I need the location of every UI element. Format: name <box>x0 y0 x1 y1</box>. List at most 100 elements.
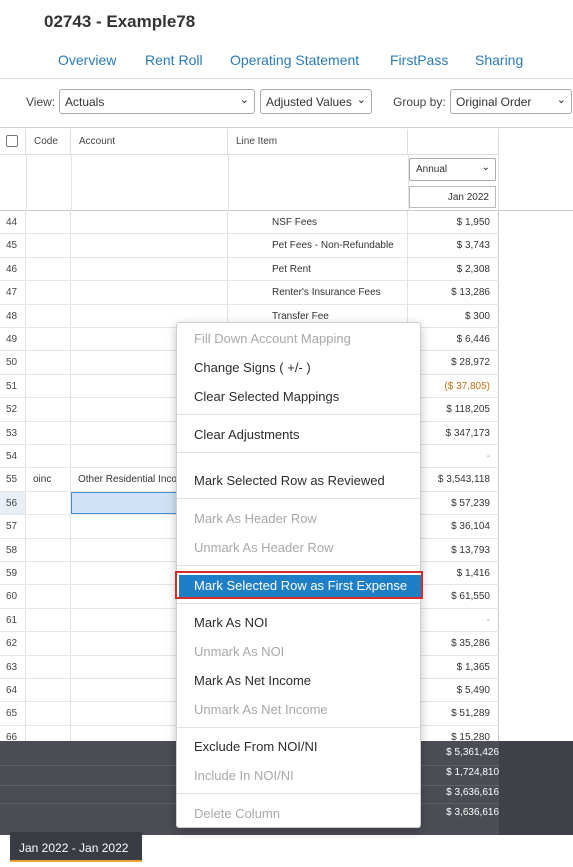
code-cell[interactable] <box>26 585 71 608</box>
chevron-down-icon: ⌄ <box>239 94 249 106</box>
groupby-label: Group by: <box>393 95 446 109</box>
column-header-account[interactable]: Account <box>71 129 228 155</box>
divider <box>498 155 499 211</box>
value-cell[interactable]: $ 3,543,118 <box>408 468 499 491</box>
value-cell[interactable]: $ 118,205 <box>408 398 499 421</box>
code-cell[interactable] <box>26 281 71 304</box>
select-all-checkbox[interactable] <box>6 135 18 147</box>
value-cell[interactable]: $ 5,490 <box>408 679 499 702</box>
value-cell[interactable]: $ 3,743 <box>408 234 499 257</box>
value-cell[interactable]: $ 51,289 <box>408 702 499 725</box>
menu-item-mark-row-reviewed[interactable]: Mark Selected Row as Reviewed <box>177 469 420 495</box>
value-cell[interactable]: $ 15,280 <box>408 725 499 741</box>
code-cell[interactable] <box>26 351 71 374</box>
period-type-select[interactable]: Annual ⌄ <box>409 158 496 181</box>
menu-item-fill-down-account-mapping[interactable]: Fill Down Account Mapping <box>177 327 420 353</box>
row-number: 59 <box>0 562 26 585</box>
code-cell[interactable] <box>26 515 71 538</box>
code-cell[interactable] <box>26 374 71 398</box>
line-item-cell[interactable]: Pet Rent <box>228 257 408 281</box>
code-cell[interactable] <box>26 679 71 702</box>
column-header-line-item[interactable]: Line Item <box>228 129 408 155</box>
row-number: 64 <box>0 679 26 702</box>
code-cell[interactable] <box>26 491 71 515</box>
code-cell[interactable] <box>26 538 71 561</box>
code-cell[interactable] <box>26 608 71 632</box>
code-cell[interactable] <box>26 257 71 281</box>
tab-firstpass[interactable]: FirstPass <box>390 52 448 68</box>
table-row[interactable]: 45 Pet Fees - Non-Refundable $ 3,743 <box>0 234 499 258</box>
menu-item-delete-column[interactable]: Delete Column <box>177 802 420 828</box>
value-cell[interactable]: $ 36,104 <box>408 515 499 538</box>
value-cell[interactable]: $ 57,239 <box>408 491 499 515</box>
table-row[interactable]: 44 NSF Fees $ 1,950 <box>0 211 499 235</box>
code-cell[interactable] <box>26 562 71 585</box>
tab-sharing[interactable]: Sharing <box>475 52 523 68</box>
menu-item-mark-as-net-income[interactable]: Mark As Net Income <box>177 669 420 695</box>
code-cell[interactable] <box>26 328 71 351</box>
line-item-cell[interactable]: Pet Fees - Non-Refundable <box>228 234 408 257</box>
view-select[interactable]: Actuals ⌄ <box>59 89 255 114</box>
value-cell[interactable]: $ 6,446 <box>408 328 499 351</box>
menu-item-include-in-noi-ni[interactable]: Include In NOI/NI <box>177 764 420 790</box>
tab-rent-roll[interactable]: Rent Roll <box>145 52 203 68</box>
value-cell[interactable]: $ 1,950 <box>408 211 499 234</box>
menu-item-unmark-as-header-row[interactable]: Unmark As Header Row <box>177 536 420 562</box>
value-cell[interactable]: $ 1,365 <box>408 655 499 678</box>
value-cell[interactable]: - <box>408 445 499 468</box>
column-header-code[interactable]: Code <box>26 129 71 155</box>
code-cell[interactable] <box>26 445 71 468</box>
code-cell[interactable]: oinc <box>26 468 71 491</box>
period-input[interactable]: Jan 2022 <box>409 186 496 208</box>
value-cell[interactable]: $ 300 <box>408 304 499 327</box>
values-select-value: Adjusted Values <box>266 95 352 109</box>
table-row[interactable]: 46 Pet Rent $ 2,308 <box>0 257 499 282</box>
value-cell[interactable]: - <box>408 608 499 632</box>
values-select[interactable]: Adjusted Values ⌄ <box>260 89 372 114</box>
menu-item-unmark-as-noi[interactable]: Unmark As NOI <box>177 640 420 666</box>
groupby-select[interactable]: Original Order ⌄ <box>450 89 572 114</box>
menu-divider <box>177 727 420 728</box>
value-cell[interactable]: ($ 37,805) <box>408 374 499 398</box>
value-cell[interactable]: $ 28,972 <box>408 351 499 374</box>
row-number: 45 <box>0 234 26 257</box>
value-cell[interactable]: $ 347,173 <box>408 421 499 444</box>
value-cell[interactable]: $ 13,286 <box>408 281 499 304</box>
menu-item-clear-adjustments[interactable]: Clear Adjustments <box>177 423 420 449</box>
value-cell[interactable]: $ 35,286 <box>408 632 499 655</box>
code-cell[interactable] <box>26 304 71 327</box>
menu-item-mark-as-header-row[interactable]: Mark As Header Row <box>177 507 420 533</box>
code-cell[interactable] <box>26 421 71 444</box>
account-cell[interactable] <box>71 234 228 257</box>
tab-operating-statement[interactable]: Operating Statement <box>230 52 359 68</box>
menu-divider <box>177 414 420 415</box>
row-number: 52 <box>0 398 26 421</box>
account-cell[interactable] <box>71 211 228 234</box>
code-cell[interactable] <box>26 655 71 678</box>
line-item-cell[interactable]: NSF Fees <box>228 211 408 234</box>
menu-divider <box>177 452 420 453</box>
menu-item-change-signs[interactable]: Change Signs ( +/- ) <box>177 356 420 382</box>
table-row[interactable]: 47 Renter's Insurance Fees $ 13,286 <box>0 281 499 305</box>
menu-item-exclude-from-noi-ni[interactable]: Exclude From NOI/NI <box>177 735 420 761</box>
menu-item-clear-selected-mappings[interactable]: Clear Selected Mappings <box>177 385 420 411</box>
code-cell[interactable] <box>26 398 71 421</box>
code-cell[interactable] <box>26 725 71 741</box>
row-number: 63 <box>0 655 26 678</box>
chevron-down-icon: ⌄ <box>481 162 490 173</box>
code-cell[interactable] <box>26 702 71 725</box>
menu-item-unmark-as-net-income[interactable]: Unmark As Net Income <box>177 698 420 724</box>
account-cell[interactable] <box>71 257 228 281</box>
menu-item-mark-as-noi[interactable]: Mark As NOI <box>177 611 420 637</box>
code-cell[interactable] <box>26 632 71 655</box>
menu-item-mark-first-expense[interactable]: Mark Selected Row as First Expense <box>175 571 423 599</box>
code-cell[interactable] <box>26 211 71 234</box>
value-cell[interactable]: $ 13,793 <box>408 538 499 561</box>
date-range-button[interactable]: Jan 2022 - Jan 2022 <box>10 832 142 862</box>
value-cell[interactable]: $ 2,308 <box>408 257 499 281</box>
row-number: 44 <box>0 211 26 234</box>
account-cell[interactable] <box>71 281 228 304</box>
line-item-cell[interactable]: Renter's Insurance Fees <box>228 281 408 304</box>
code-cell[interactable] <box>26 234 71 257</box>
tab-overview[interactable]: Overview <box>58 52 116 68</box>
